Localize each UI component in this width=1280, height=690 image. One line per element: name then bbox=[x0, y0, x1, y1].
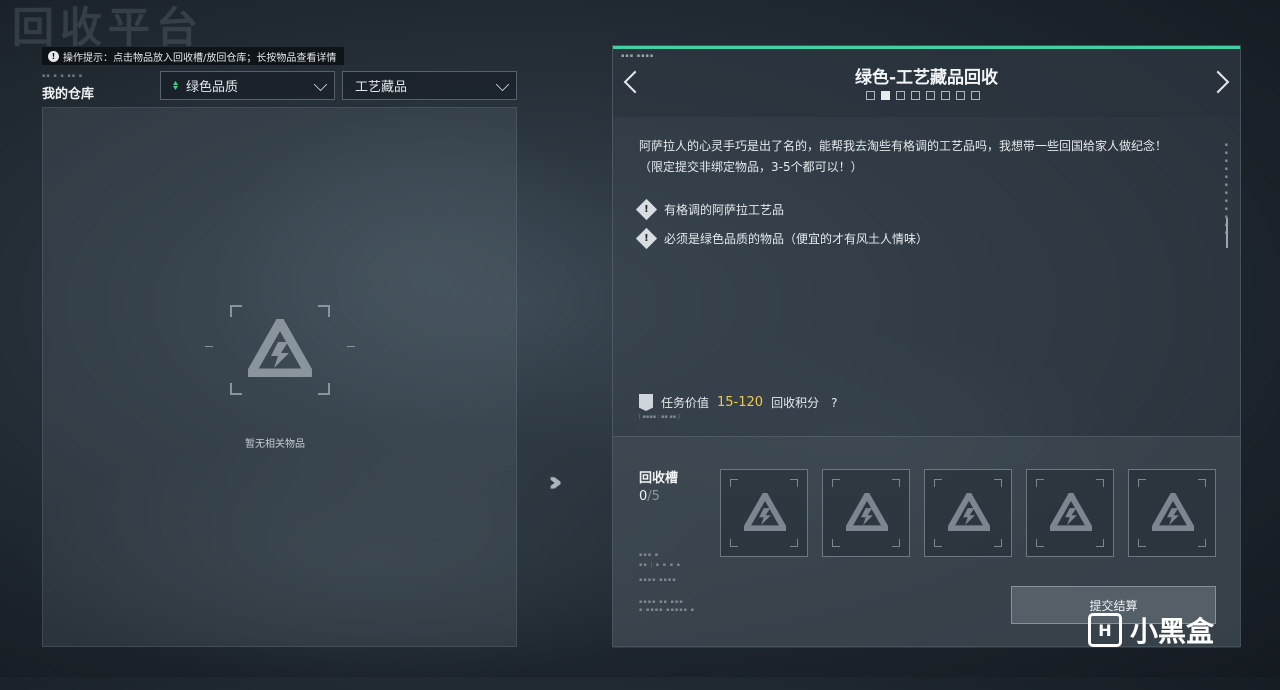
requirement-text: 有格调的阿萨拉工艺品 bbox=[664, 203, 785, 217]
recycle-slot[interactable] bbox=[924, 469, 1012, 557]
pager-dot[interactable] bbox=[866, 91, 875, 100]
quest-title: 绿色-工艺藏品回收 bbox=[854, 68, 999, 88]
pager-dot[interactable] bbox=[926, 91, 935, 100]
quality-filter-value: 绿色品质 bbox=[186, 80, 239, 95]
value-shield-icon bbox=[639, 394, 653, 411]
value-label: 任务价值 bbox=[661, 396, 710, 410]
pager-dot[interactable] bbox=[956, 91, 965, 100]
empty-logo-icon bbox=[248, 319, 312, 377]
recycle-slot[interactable] bbox=[822, 469, 910, 557]
chevron-down-icon bbox=[313, 77, 328, 92]
quest-panel: 绿色-工艺藏品回收 ▪▪▪ ▪▪▪▪ 阿萨拉人的心灵手巧是出了名的，能帮我去淘些… bbox=[612, 45, 1241, 648]
warning-icon: ! bbox=[635, 227, 658, 250]
chevron-down-icon bbox=[495, 77, 510, 92]
requirement-text: 必须是绿色品质的物品（便宜的才有风土人情味） bbox=[664, 232, 929, 246]
quest-header: 绿色-工艺藏品回收 bbox=[613, 49, 1240, 117]
description-line: 阿萨拉人的心灵手巧是出了名的，能帮我去淘些有格调的工艺品吗，我想带一些回国给家人… bbox=[639, 139, 1168, 153]
pager-dot[interactable] bbox=[881, 91, 890, 100]
quest-pager bbox=[866, 91, 980, 100]
recycle-slot-title: 回收槽 bbox=[639, 471, 679, 486]
quality-icon bbox=[173, 81, 178, 91]
decor-text: ▪▪▪▪ ▪▪▪▪ bbox=[639, 577, 677, 583]
pager-dot[interactable] bbox=[896, 91, 905, 100]
warehouse-title: 我的仓库 bbox=[42, 87, 95, 102]
slot-max: /5 bbox=[647, 489, 660, 504]
recycle-slot[interactable] bbox=[720, 469, 808, 557]
category-filter-dropdown[interactable]: 工艺藏品 bbox=[342, 71, 517, 100]
recycle-slot-count: 0/5 bbox=[639, 489, 660, 504]
quest-description: 阿萨拉人的心灵手巧是出了名的，能帮我去淘些有格调的工艺品吗，我想带一些回国给家人… bbox=[639, 136, 1209, 178]
quest-value: 任务价值 15-120 回收积分 ? bbox=[639, 394, 837, 411]
decor-text: ▪ ▪▪▪▪ ▪▪▪▪▪ ▪ bbox=[639, 607, 696, 613]
hint-text: 操作提示：点击物品放入回收槽/放回仓库；长按物品查看详情 bbox=[63, 52, 337, 64]
slot-logo-icon bbox=[1152, 493, 1194, 531]
pager-dot[interactable] bbox=[971, 91, 980, 100]
description-line: （限定提交非绑定物品，3-5个都可以！） bbox=[639, 160, 863, 174]
operation-hint: ! 操作提示：点击物品放入回收槽/放回仓库；长按物品查看详情 bbox=[42, 47, 345, 65]
diamond-info-icon: ! bbox=[48, 50, 59, 62]
decor-text: ▪▪▪▪ ▪▪ ▪▪▪ bbox=[639, 599, 684, 605]
empty-text: 暂无相关物品 bbox=[245, 439, 305, 450]
slot-logo-icon bbox=[1050, 493, 1092, 531]
decor-ticks: ▪▪ ▪ ▪ ▪▪ ▪ bbox=[42, 73, 84, 79]
accent-line bbox=[613, 46, 1240, 49]
quality-filter-dropdown[interactable]: 绿色品质 bbox=[160, 71, 335, 100]
requirement-item: ! 必须是绿色品质的物品（便宜的才有风土人情味） bbox=[635, 227, 929, 250]
watermark-logo: H bbox=[1088, 613, 1122, 647]
watermark-text: 小黑盒 bbox=[1130, 615, 1215, 648]
transfer-arrows-icon: ››› bbox=[548, 465, 562, 498]
pager-dot[interactable] bbox=[911, 91, 920, 100]
value-range: 15-120 bbox=[717, 395, 764, 410]
slot-logo-icon bbox=[948, 493, 990, 531]
value-unit: 回收积分 bbox=[771, 396, 820, 410]
slot-logo-icon bbox=[846, 493, 888, 531]
recycle-slot[interactable] bbox=[1026, 469, 1114, 557]
decor-text: ▪▪▪ ▪ bbox=[639, 552, 660, 558]
watermark: H 小黑盒 bbox=[1088, 610, 1214, 650]
value-subtext: [ ▪▪▪▪ : ▪▪ ▪▪ ] bbox=[639, 414, 680, 420]
decor-text: ▪▪ | ▪ ▪ ▪ ▪ bbox=[639, 562, 681, 568]
panel-id-text: ▪▪▪ ▪▪▪▪ bbox=[621, 53, 655, 59]
empty-state bbox=[205, 305, 355, 395]
warning-icon: ! bbox=[635, 198, 658, 221]
category-filter-value: 工艺藏品 bbox=[355, 80, 408, 95]
slot-logo-icon bbox=[744, 493, 786, 531]
recycle-slot[interactable] bbox=[1128, 469, 1216, 557]
requirement-item: ! 有格调的阿萨拉工艺品 bbox=[635, 198, 785, 221]
pager-dot[interactable] bbox=[941, 91, 950, 100]
description-scrollbar[interactable] bbox=[1226, 218, 1228, 248]
help-button[interactable]: ? bbox=[831, 396, 837, 410]
